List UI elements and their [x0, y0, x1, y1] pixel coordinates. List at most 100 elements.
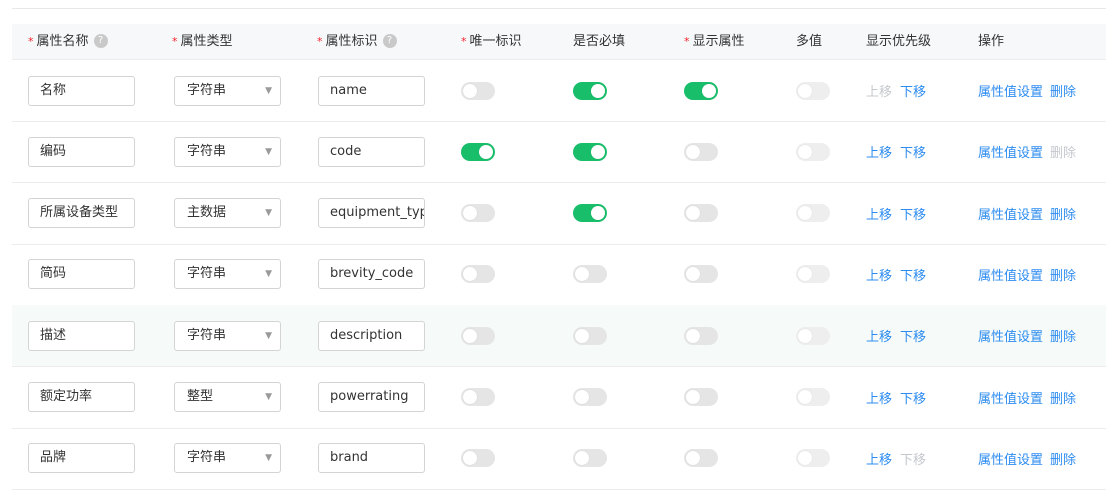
display-switch[interactable]	[684, 265, 718, 284]
delete-link[interactable]: 删除	[1050, 204, 1076, 223]
multi-switch	[796, 142, 830, 161]
header-label: 操作	[978, 34, 1005, 49]
display-switch[interactable]	[684, 204, 718, 223]
attr-key-input[interactable]: brevity_code	[318, 259, 425, 290]
switch-knob	[591, 144, 605, 159]
attr-type-select[interactable]: 字符串 ▼	[174, 75, 281, 106]
value-settings-link[interactable]: 属性值设置	[978, 142, 1043, 161]
must-switch[interactable]	[573, 204, 607, 223]
display-switch[interactable]	[684, 449, 718, 468]
attr-type-select[interactable]: 字符串 ▼	[174, 259, 281, 290]
unique-switch[interactable]	[461, 326, 495, 345]
display-switch[interactable]	[684, 326, 718, 345]
switch-knob	[686, 144, 700, 159]
display-switch[interactable]	[684, 81, 718, 100]
must-switch[interactable]	[573, 326, 607, 345]
header-required: 是否必填	[573, 24, 625, 59]
delete-link[interactable]: 删除	[1050, 449, 1076, 468]
unique-switch[interactable]	[461, 449, 495, 468]
display-switch[interactable]	[684, 388, 718, 406]
display-switch[interactable]	[684, 142, 718, 161]
must-switch[interactable]	[573, 449, 607, 468]
switch-knob	[798, 390, 812, 404]
delete-link: 删除	[1050, 146, 1077, 162]
switch-knob	[591, 206, 605, 221]
attr-name-input[interactable]: 描述	[28, 320, 135, 351]
attr-key-input[interactable]: description	[318, 320, 425, 351]
switch-knob	[463, 206, 477, 221]
move-down-link[interactable]: 下移	[900, 204, 926, 223]
must-switch[interactable]	[573, 388, 607, 406]
move-down-link[interactable]: 下移	[900, 142, 926, 161]
attr-name-input[interactable]: 编码	[28, 136, 135, 167]
attr-name-input[interactable]: 简码	[28, 259, 135, 290]
multi-switch	[796, 81, 830, 100]
multi-switch	[796, 265, 830, 284]
value-settings-link[interactable]: 属性值设置	[978, 81, 1043, 100]
move-up-link[interactable]: 上移	[866, 204, 892, 223]
attr-key-input[interactable]: brand	[318, 443, 425, 474]
switch-knob	[798, 328, 812, 343]
delete-link[interactable]: 删除	[1050, 326, 1076, 345]
attr-type-select[interactable]: 整型 ▼	[174, 382, 281, 412]
attr-name-input[interactable]: 名称	[28, 75, 135, 106]
value-settings-link[interactable]: 属性值设置	[978, 204, 1043, 223]
help-icon[interactable]: ?	[382, 33, 397, 48]
move-down-link[interactable]: 下移	[900, 388, 926, 407]
top-divider	[12, 8, 1106, 9]
unique-switch[interactable]	[461, 204, 495, 223]
move-up-link[interactable]: 上移	[866, 449, 892, 468]
attr-type-select[interactable]: 主数据 ▼	[174, 198, 281, 229]
move-up-link[interactable]: 上移	[866, 388, 892, 407]
move-down-link[interactable]: 下移	[900, 265, 926, 284]
switch-knob	[686, 206, 700, 221]
delete-link[interactable]: 删除	[1050, 265, 1076, 284]
switch-knob	[798, 83, 812, 98]
header-label: 显示优先级	[866, 34, 932, 49]
required-mark: *	[684, 35, 690, 48]
header-ops: 操作	[978, 24, 1004, 59]
attr-type-select[interactable]: 字符串 ▼	[174, 320, 281, 351]
switch-knob	[686, 451, 700, 466]
move-down-link[interactable]: 下移	[900, 326, 926, 345]
unique-switch[interactable]	[461, 142, 495, 161]
attr-name-input[interactable]: 品牌	[28, 443, 135, 474]
move-down-link[interactable]: 下移	[900, 81, 926, 100]
move-up-link[interactable]: 上移	[866, 265, 892, 284]
attr-key-input[interactable]: code	[318, 136, 425, 167]
required-mark: *	[172, 35, 178, 48]
table-row: 简码 字符串 ▼ brevity_code 上移 下移 属性值设置 删除	[12, 244, 1106, 306]
attr-name-input[interactable]: 所属设备类型	[28, 198, 135, 229]
attr-key-input[interactable]: powerrating	[318, 382, 425, 412]
caret-down-icon: ▼	[265, 392, 272, 402]
attr-type-select[interactable]: 字符串 ▼	[174, 136, 281, 167]
delete-link[interactable]: 删除	[1050, 81, 1076, 100]
must-switch[interactable]	[573, 142, 607, 161]
header-label: 是否必填	[573, 34, 626, 49]
value-settings-link[interactable]: 属性值设置	[978, 265, 1043, 284]
delete-link[interactable]: 删除	[1050, 388, 1076, 407]
switch-knob	[686, 390, 700, 404]
move-up-link[interactable]: 上移	[866, 142, 892, 161]
attr-key-input[interactable]: name	[318, 75, 425, 106]
value-settings-link[interactable]: 属性值设置	[978, 449, 1043, 468]
attr-type-select[interactable]: 字符串 ▼	[174, 443, 281, 474]
value-settings-link[interactable]: 属性值设置	[978, 388, 1043, 407]
caret-down-icon: ▼	[265, 208, 272, 219]
attr-name-input[interactable]: 额定功率	[28, 382, 135, 412]
unique-switch[interactable]	[461, 388, 495, 406]
value-settings-link[interactable]: 属性值设置	[978, 326, 1043, 345]
switch-knob	[702, 83, 716, 98]
attr-key-input[interactable]: equipment_typ	[318, 198, 425, 229]
header-label: 属性类型	[180, 34, 233, 49]
help-icon[interactable]: ?	[93, 33, 108, 48]
switch-knob	[575, 267, 589, 282]
must-switch[interactable]	[573, 81, 607, 100]
move-up-link[interactable]: 上移	[866, 326, 892, 345]
unique-switch[interactable]	[461, 81, 495, 100]
must-switch[interactable]	[573, 265, 607, 284]
header-label: 属性名称	[36, 34, 89, 49]
header-label: 唯一标识	[469, 34, 522, 49]
unique-switch[interactable]	[461, 265, 495, 284]
table-row: 名称 字符串 ▼ name 上移 下移 属性值设置 删除	[12, 60, 1106, 122]
